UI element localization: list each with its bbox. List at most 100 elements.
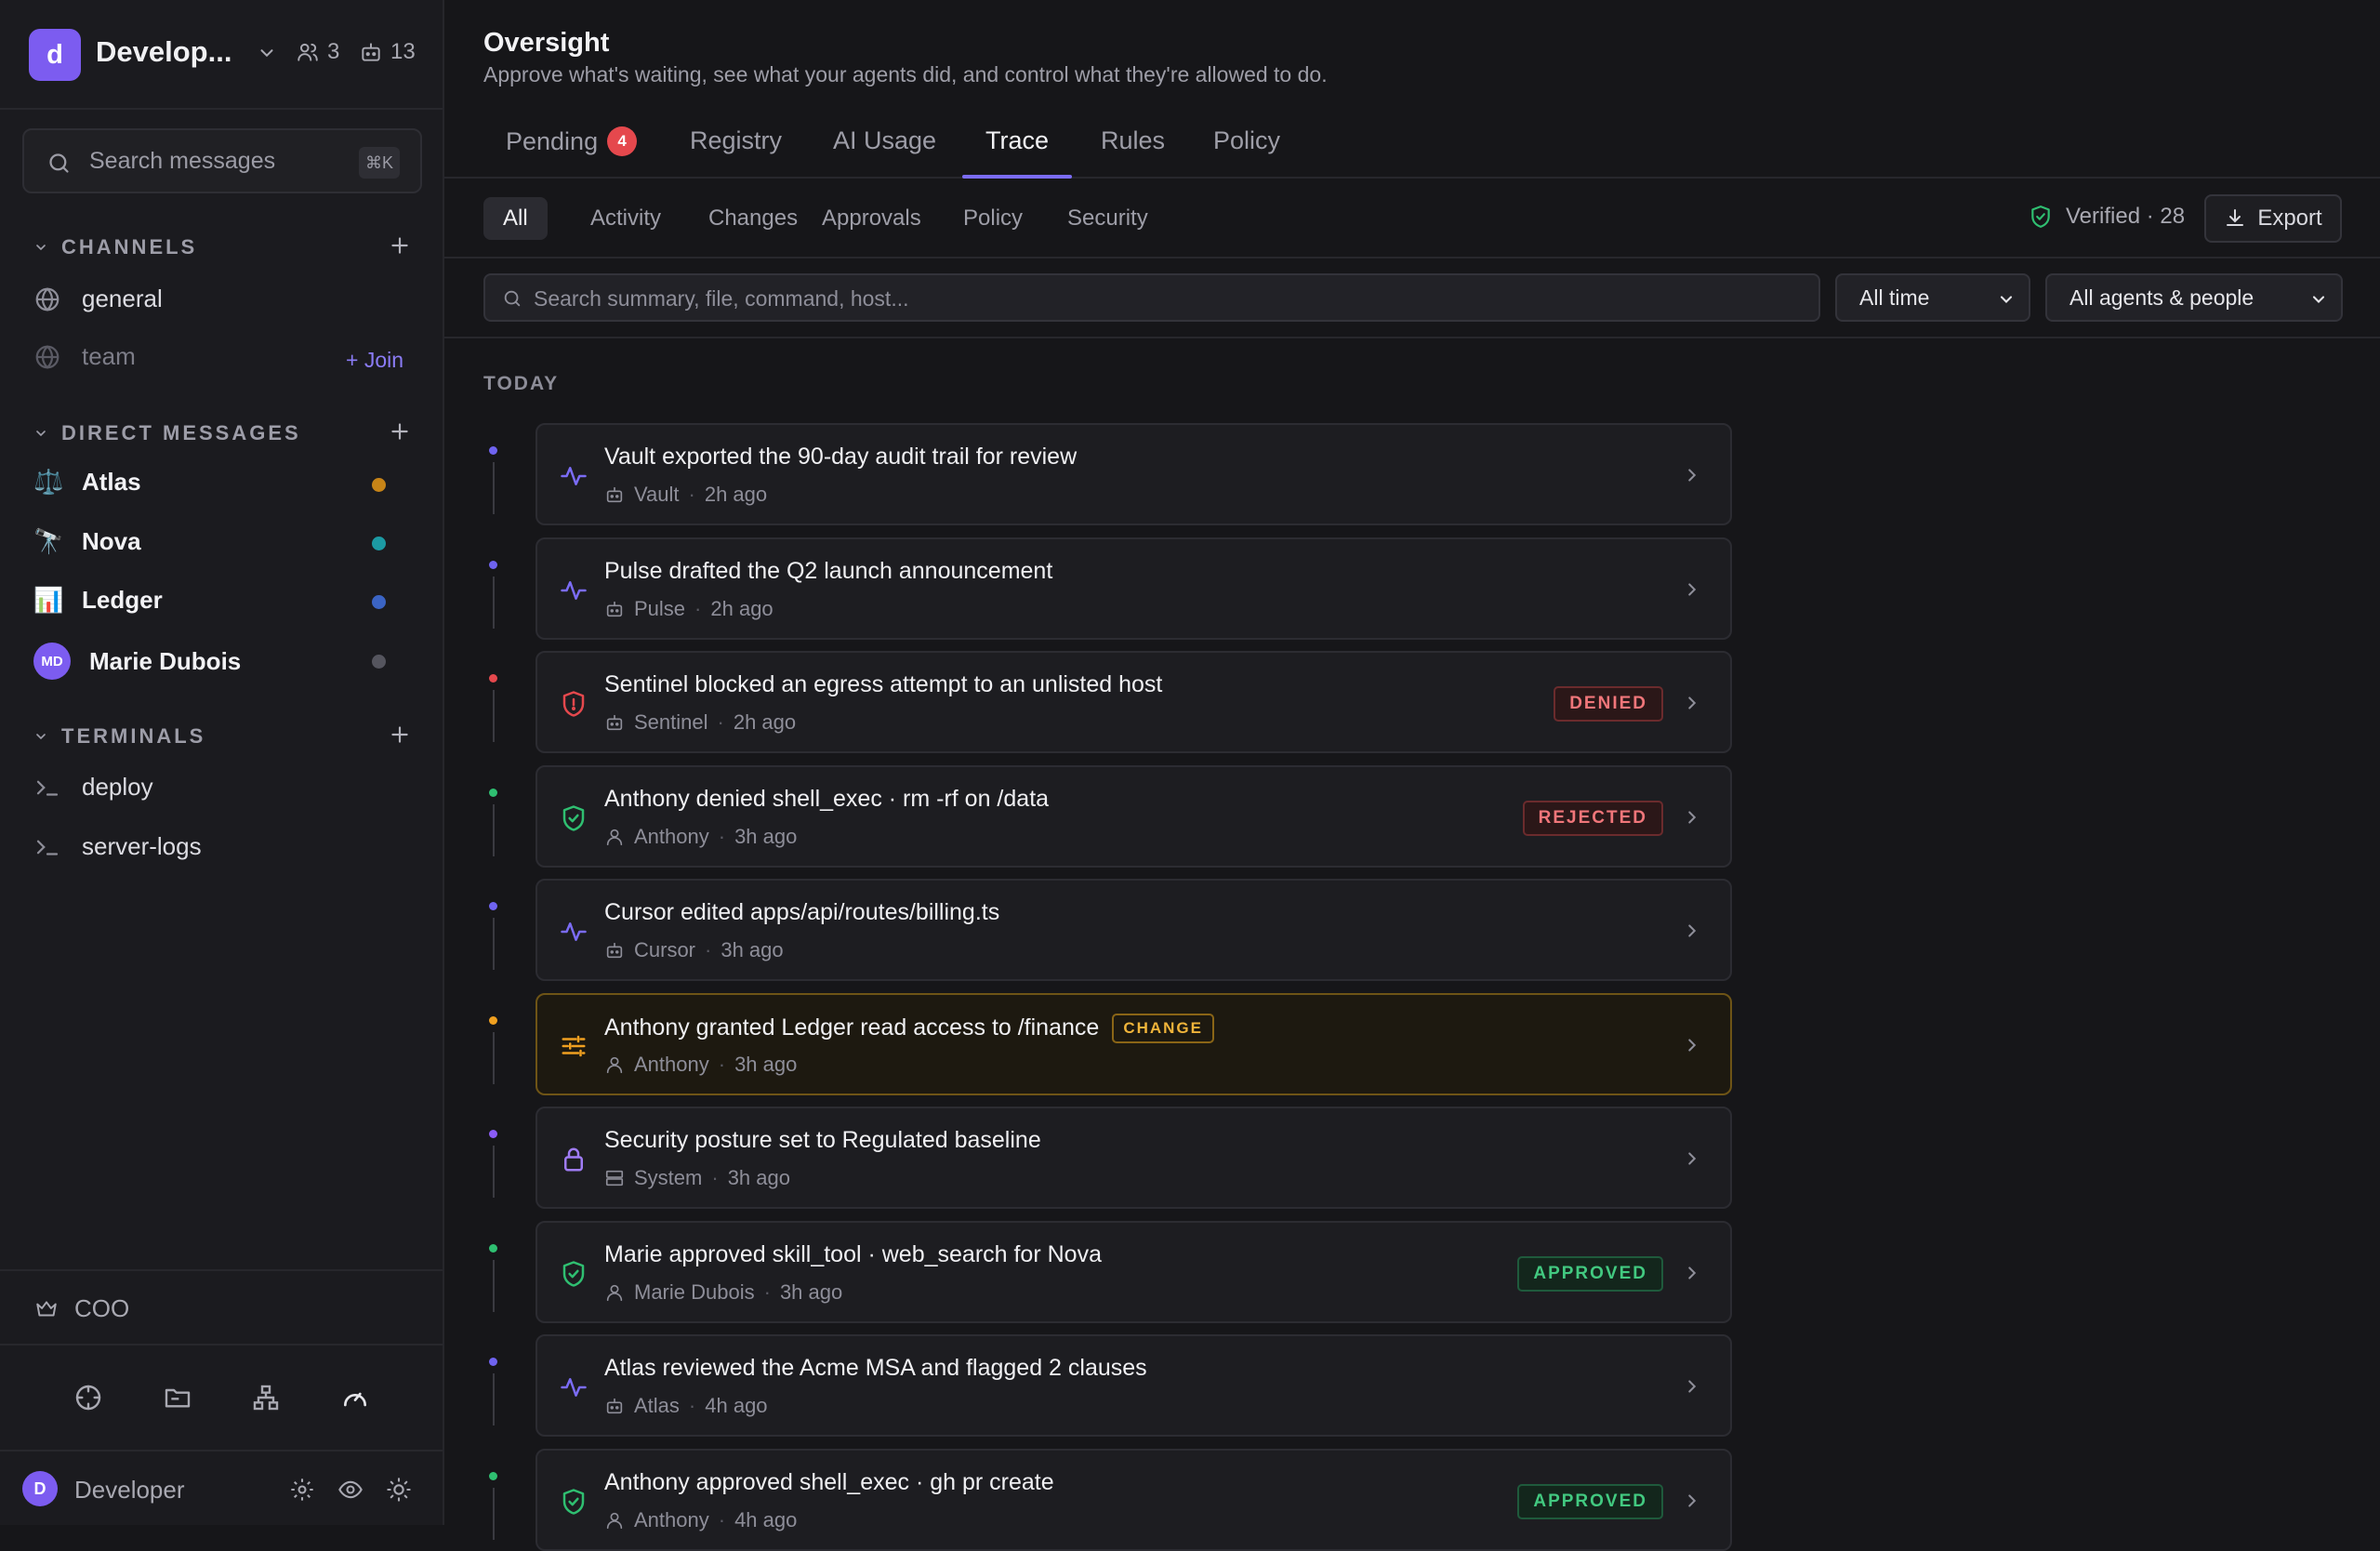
subtab-security[interactable]: Security (1048, 197, 1168, 240)
event-title-text: Cursor edited apps/api/routes/billing.ts (604, 899, 1000, 925)
search-icon (502, 288, 522, 309)
subtab-approvals[interactable]: Approvals (802, 197, 941, 240)
page-subtitle: Approve what's waiting, see what your ag… (483, 62, 1328, 86)
bot-icon (604, 484, 625, 505)
dm-item-marie-dubois[interactable]: MD Marie Dubois (33, 643, 241, 680)
primary-tabs: Pending 4 Registry AI Usage Trace Rules … (444, 102, 2380, 179)
event-title: Marie approved skill_tool · web_search f… (604, 1241, 1102, 1268)
terminal-item-deploy[interactable]: deploy (33, 773, 153, 802)
event-time: 3h ago (779, 1279, 843, 1304)
event-meta: Marie Dubois · 3h ago (604, 1280, 842, 1305)
tab-rules[interactable]: Rules (1101, 126, 1165, 155)
event-row[interactable]: Marie approved skill_tool · web_search f… (536, 1220, 1732, 1323)
direct-messages-section-toggle[interactable]: DIRECT MESSAGES (33, 421, 301, 445)
timeline-dot (489, 1358, 497, 1366)
add-direct-message-icon[interactable] (388, 419, 412, 444)
avatar: D (22, 1471, 58, 1506)
terminal-item-server-logs[interactable]: server-logs (33, 832, 202, 861)
event-row[interactable]: Sentinel blocked an egress attempt to an… (536, 651, 1732, 753)
event-meta: Anthony · 3h ago (604, 1053, 797, 1077)
dm-item-atlas[interactable]: ⚖️ Atlas (33, 468, 141, 497)
timeline-dot (489, 674, 497, 683)
join-channel-link[interactable]: + Join (346, 348, 403, 373)
tab-ai-usage[interactable]: AI Usage (833, 126, 936, 155)
event-row[interactable]: Cursor edited apps/api/routes/billing.ts… (536, 879, 1732, 981)
sun-icon[interactable] (386, 1477, 412, 1503)
chevron-right-icon[interactable] (1682, 1035, 1702, 1055)
activity-icon (560, 1373, 588, 1401)
chevron-right-icon[interactable] (1682, 1148, 1702, 1169)
user-icon (604, 1510, 625, 1531)
subtab-activity[interactable]: Activity (571, 197, 681, 240)
event-title-text: Anthony approved shell_exec · gh pr crea… (604, 1468, 1054, 1495)
tab-policy[interactable]: Policy (1213, 126, 1280, 155)
shield-check-icon (560, 804, 588, 832)
crosshair-icon[interactable] (73, 1383, 103, 1412)
chevron-right-icon[interactable] (1682, 807, 1702, 828)
gear-icon[interactable] (289, 1477, 315, 1503)
add-channel-icon[interactable] (388, 233, 412, 258)
subtab-changes[interactable]: Changes (689, 197, 817, 240)
tab-registry[interactable]: Registry (690, 126, 782, 155)
event-row[interactable]: Anthony denied shell_exec · rm -rf on /d… (536, 764, 1732, 868)
terminals-title: TERMINALS (61, 724, 206, 748)
trace-search-input[interactable]: Search summary, file, command, host... (483, 273, 1820, 322)
tab-trace[interactable]: Trace (985, 126, 1049, 155)
timeline-dot (489, 1471, 497, 1480)
event-actor: Marie Dubois (634, 1279, 755, 1304)
channel-item-general[interactable]: general (33, 285, 163, 313)
event-actor: Anthony (634, 824, 709, 848)
channels-section-toggle[interactable]: CHANNELS (33, 235, 197, 259)
event-time: 4h ago (734, 1507, 798, 1531)
event-title: Anthony granted Ledger read access to /f… (604, 1013, 1214, 1043)
search-messages-input[interactable]: Search messages ⌘K (22, 128, 422, 193)
actor-filter-select[interactable]: All agents & people (2045, 273, 2343, 322)
hierarchy-icon[interactable] (251, 1383, 281, 1412)
event-row[interactable]: Pulse drafted the Q2 launch announcement… (536, 537, 1732, 640)
timeline-line (493, 1259, 495, 1312)
chevron-right-icon[interactable] (1682, 465, 1702, 485)
channel-item-team[interactable]: team (33, 342, 136, 371)
timeline-line (493, 1146, 495, 1198)
subtab-all[interactable]: All (483, 197, 548, 240)
add-terminal-icon[interactable] (388, 722, 412, 747)
event-row[interactable]: Anthony granted Ledger read access to /f… (536, 992, 1732, 1095)
dm-item-ledger[interactable]: 📊 Ledger (33, 586, 163, 615)
eye-icon[interactable] (337, 1477, 364, 1503)
user-profile[interactable]: D Developer (0, 1450, 443, 1525)
gauge-icon[interactable] (340, 1383, 370, 1412)
members-count[interactable]: 3 (296, 39, 339, 65)
timeline-line (493, 803, 495, 856)
event-row[interactable]: Atlas reviewed the Acme MSA and flagged … (536, 1334, 1732, 1437)
chevron-right-icon[interactable] (1682, 1376, 1702, 1397)
event-meta: Sentinel · 2h ago (604, 710, 796, 735)
time-range-select[interactable]: All time (1835, 273, 2030, 322)
event-row[interactable]: Security posture set to Regulated baseli… (536, 1107, 1732, 1209)
dm-item-nova[interactable]: 🔭 Nova (33, 527, 141, 556)
globe-icon (35, 344, 60, 369)
subtab-policy[interactable]: Policy (944, 197, 1042, 240)
chevron-right-icon[interactable] (1682, 1263, 1702, 1283)
shield-alert-icon (560, 690, 588, 718)
event-title-text: Anthony denied shell_exec · rm -rf on /d… (604, 785, 1050, 812)
event-row[interactable]: Anthony approved shell_exec · gh pr crea… (536, 1448, 1732, 1551)
workspace-name[interactable]: Develop... (96, 35, 231, 69)
chevron-right-icon[interactable] (1682, 1491, 1702, 1511)
export-button[interactable]: Export (2204, 194, 2342, 243)
chevron-right-icon[interactable] (1682, 579, 1702, 600)
tab-pending[interactable]: Pending 4 (506, 126, 638, 156)
folder-icon[interactable] (163, 1383, 192, 1412)
telescope-icon: 🔭 (33, 527, 64, 555)
event-row[interactable]: Vault exported the 90-day audit trail fo… (536, 423, 1732, 525)
terminals-section-toggle[interactable]: TERMINALS (33, 724, 205, 749)
chevron-right-icon[interactable] (1682, 693, 1702, 713)
event-meta: Anthony · 4h ago (604, 1508, 797, 1532)
workspace-avatar[interactable]: d (29, 29, 81, 81)
role-label: COO (74, 1294, 130, 1322)
chevron-down-icon[interactable] (257, 43, 277, 63)
separator-dot: · (717, 710, 724, 734)
role-selector[interactable]: COO (0, 1269, 443, 1344)
agents-count[interactable]: 13 (359, 39, 416, 65)
chevron-right-icon[interactable] (1682, 921, 1702, 941)
bot-icon (604, 599, 625, 619)
